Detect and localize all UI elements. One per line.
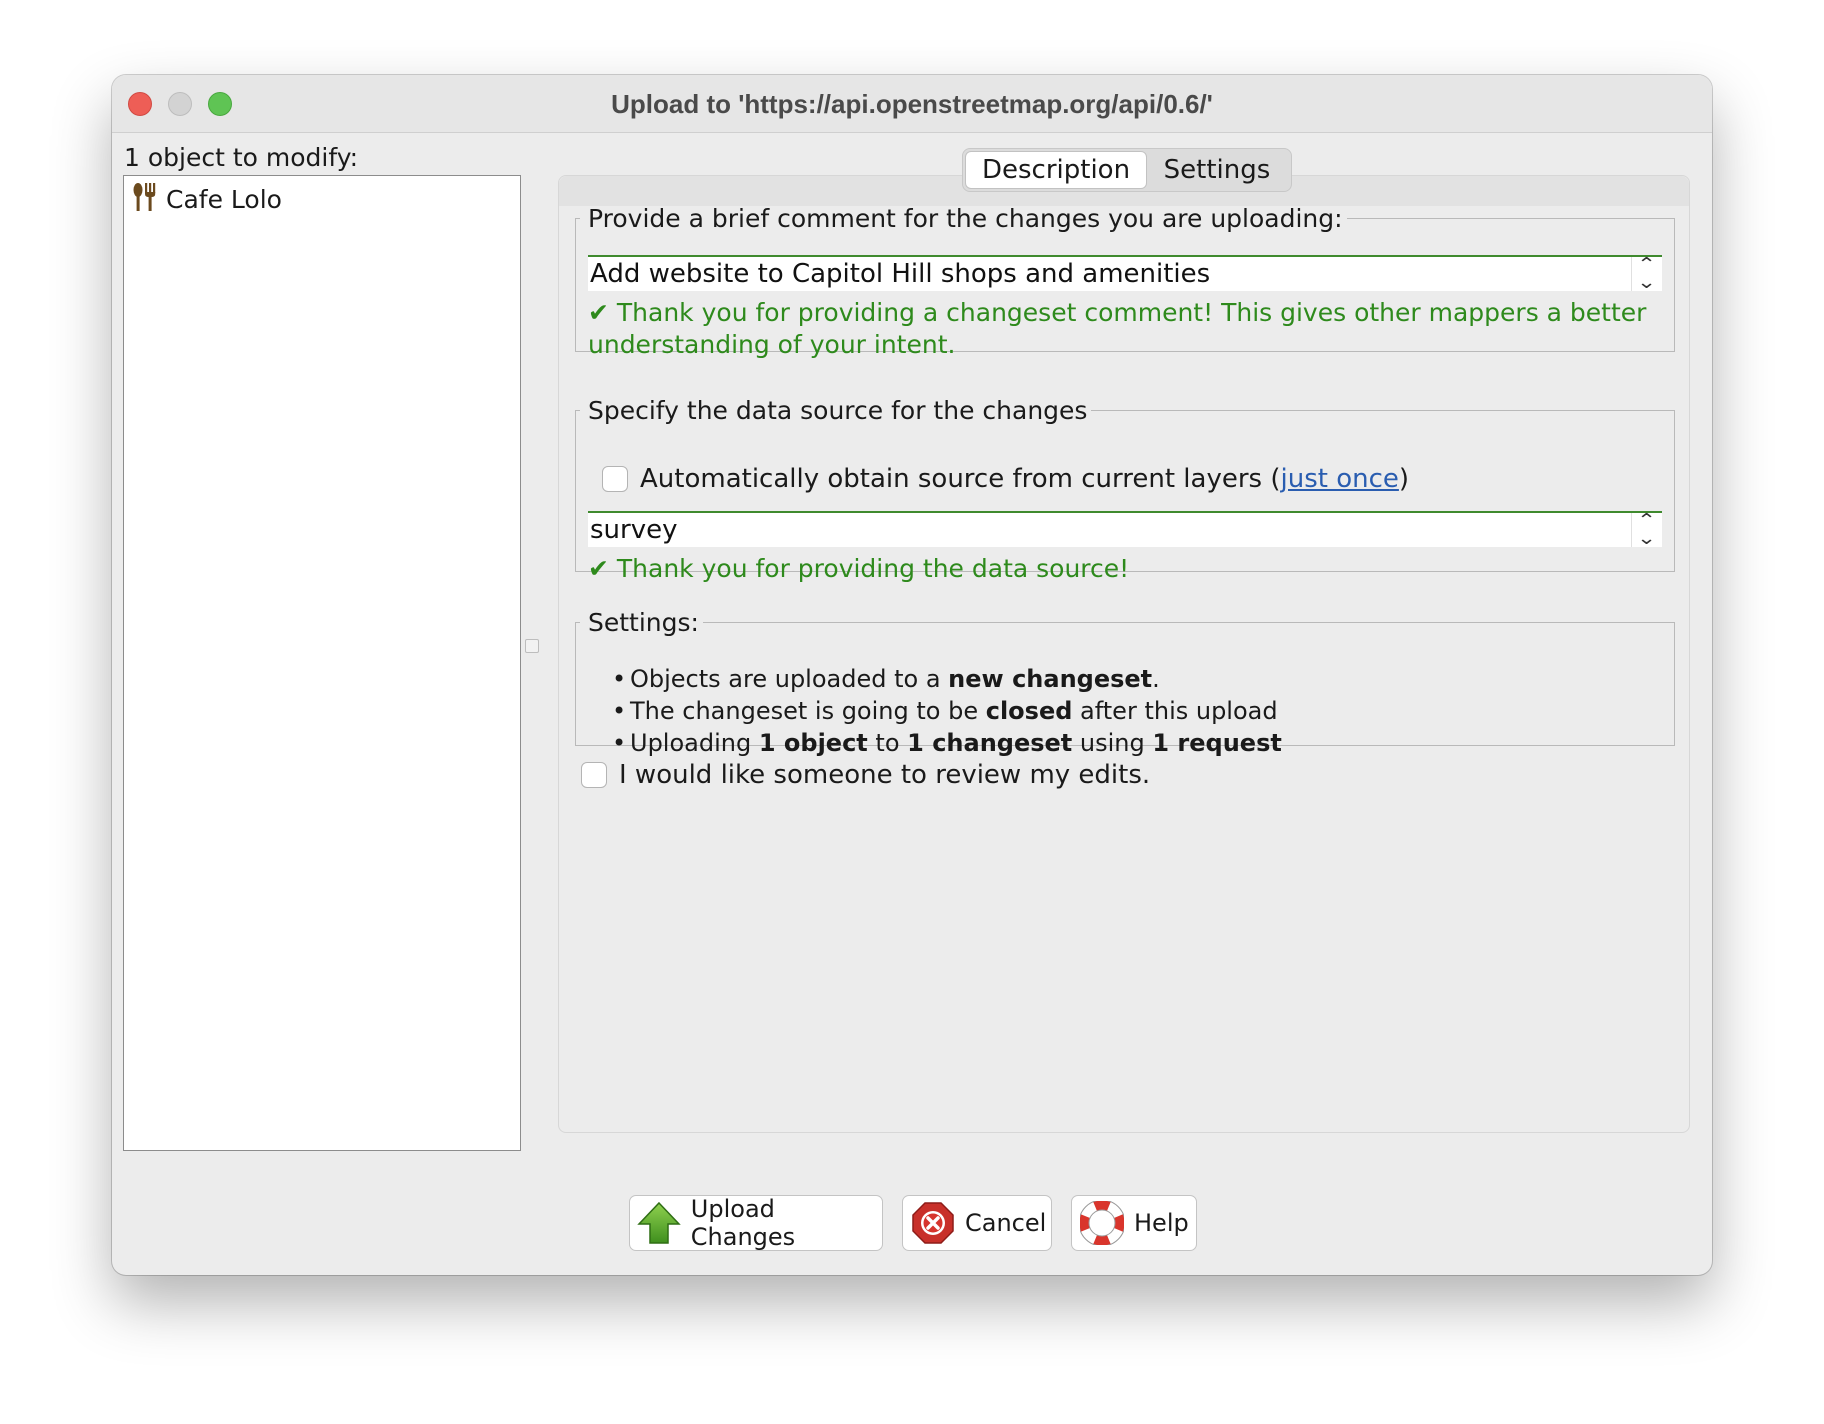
tab-settings[interactable]: Settings bbox=[1147, 151, 1287, 189]
up-down-arrow-icon[interactable]: ⌃ ⌄ bbox=[1631, 512, 1662, 548]
tab-panel: Description Settings Provide a brief com… bbox=[558, 148, 1690, 1133]
review-checkbox[interactable] bbox=[581, 762, 607, 788]
comment-group-legend: Provide a brief comment for the changes … bbox=[588, 204, 1343, 233]
splitter-handle[interactable] bbox=[525, 639, 539, 653]
upload-dialog-window: Upload to 'https://api.openstreetmap.org… bbox=[112, 75, 1712, 1275]
title-bar: Upload to 'https://api.openstreetmap.org… bbox=[112, 75, 1712, 133]
source-ok-message: ✔ Thank you for providing the data sourc… bbox=[588, 554, 1130, 583]
settings-line: • The changeset is going to be closed aft… bbox=[612, 697, 1278, 725]
comment-input[interactable]: Add website to Capitol Hill shops and am… bbox=[588, 259, 1631, 289]
review-row: I would like someone to review my edits. bbox=[581, 760, 1150, 790]
list-item[interactable]: Cafe Lolo bbox=[132, 182, 282, 216]
comment-group: Provide a brief comment for the changes … bbox=[575, 204, 1675, 359]
cancel-button[interactable]: Cancel bbox=[902, 1195, 1052, 1251]
settings-line: • Uploading 1 object to 1 changeset using… bbox=[612, 729, 1282, 757]
window-title: Upload to 'https://api.openstreetmap.org… bbox=[611, 89, 1213, 119]
upload-changes-button[interactable]: Upload Changes bbox=[629, 1195, 883, 1251]
settings-list: • Objects are uploaded to a new changeset… bbox=[612, 663, 1282, 759]
tab-bar: Description Settings bbox=[962, 148, 1292, 192]
help-button[interactable]: Help bbox=[1071, 1195, 1197, 1251]
settings-line: • Objects are uploaded to a new changeset… bbox=[612, 665, 1160, 693]
objects-header: 1 object to modify: bbox=[124, 143, 359, 172]
help-label: Help bbox=[1134, 1209, 1189, 1237]
just-once-link[interactable]: just once bbox=[1281, 464, 1399, 494]
cancel-icon bbox=[909, 1199, 957, 1247]
settings-group: Settings: • Objects are uploaded to a new… bbox=[575, 608, 1675, 757]
source-input[interactable]: survey bbox=[588, 515, 1631, 545]
comment-combobox[interactable]: Add website to Capitol Hill shops and am… bbox=[588, 255, 1662, 292]
upload-changes-label: Upload Changes bbox=[690, 1195, 796, 1251]
source-combobox[interactable]: survey ⌃ ⌄ bbox=[588, 511, 1662, 548]
auto-source-row: Automatically obtain source from current… bbox=[602, 463, 1409, 495]
cancel-label: Cancel bbox=[965, 1209, 1047, 1237]
object-list: Cafe Lolo bbox=[123, 175, 521, 1151]
up-down-arrow-icon[interactable]: ⌃ ⌄ bbox=[1631, 256, 1662, 292]
auto-source-label: Automatically obtain source from current… bbox=[640, 464, 1410, 494]
auto-source-checkbox[interactable] bbox=[602, 466, 628, 492]
object-label: Cafe Lolo bbox=[166, 184, 282, 214]
settings-group-legend: Settings: bbox=[588, 608, 699, 637]
source-group: Specify the data source for the changes … bbox=[575, 396, 1675, 583]
review-label: I would like someone to review my edits. bbox=[619, 760, 1151, 790]
upload-arrow-icon bbox=[636, 1199, 683, 1247]
lifebuoy-icon bbox=[1078, 1199, 1126, 1247]
source-group-legend: Specify the data source for the changes bbox=[588, 396, 1088, 425]
comment-ok-message: ✔ Thank you for providing a changeset co… bbox=[588, 298, 1647, 359]
restaurant-icon bbox=[132, 182, 158, 216]
tab-description[interactable]: Description bbox=[965, 151, 1147, 189]
